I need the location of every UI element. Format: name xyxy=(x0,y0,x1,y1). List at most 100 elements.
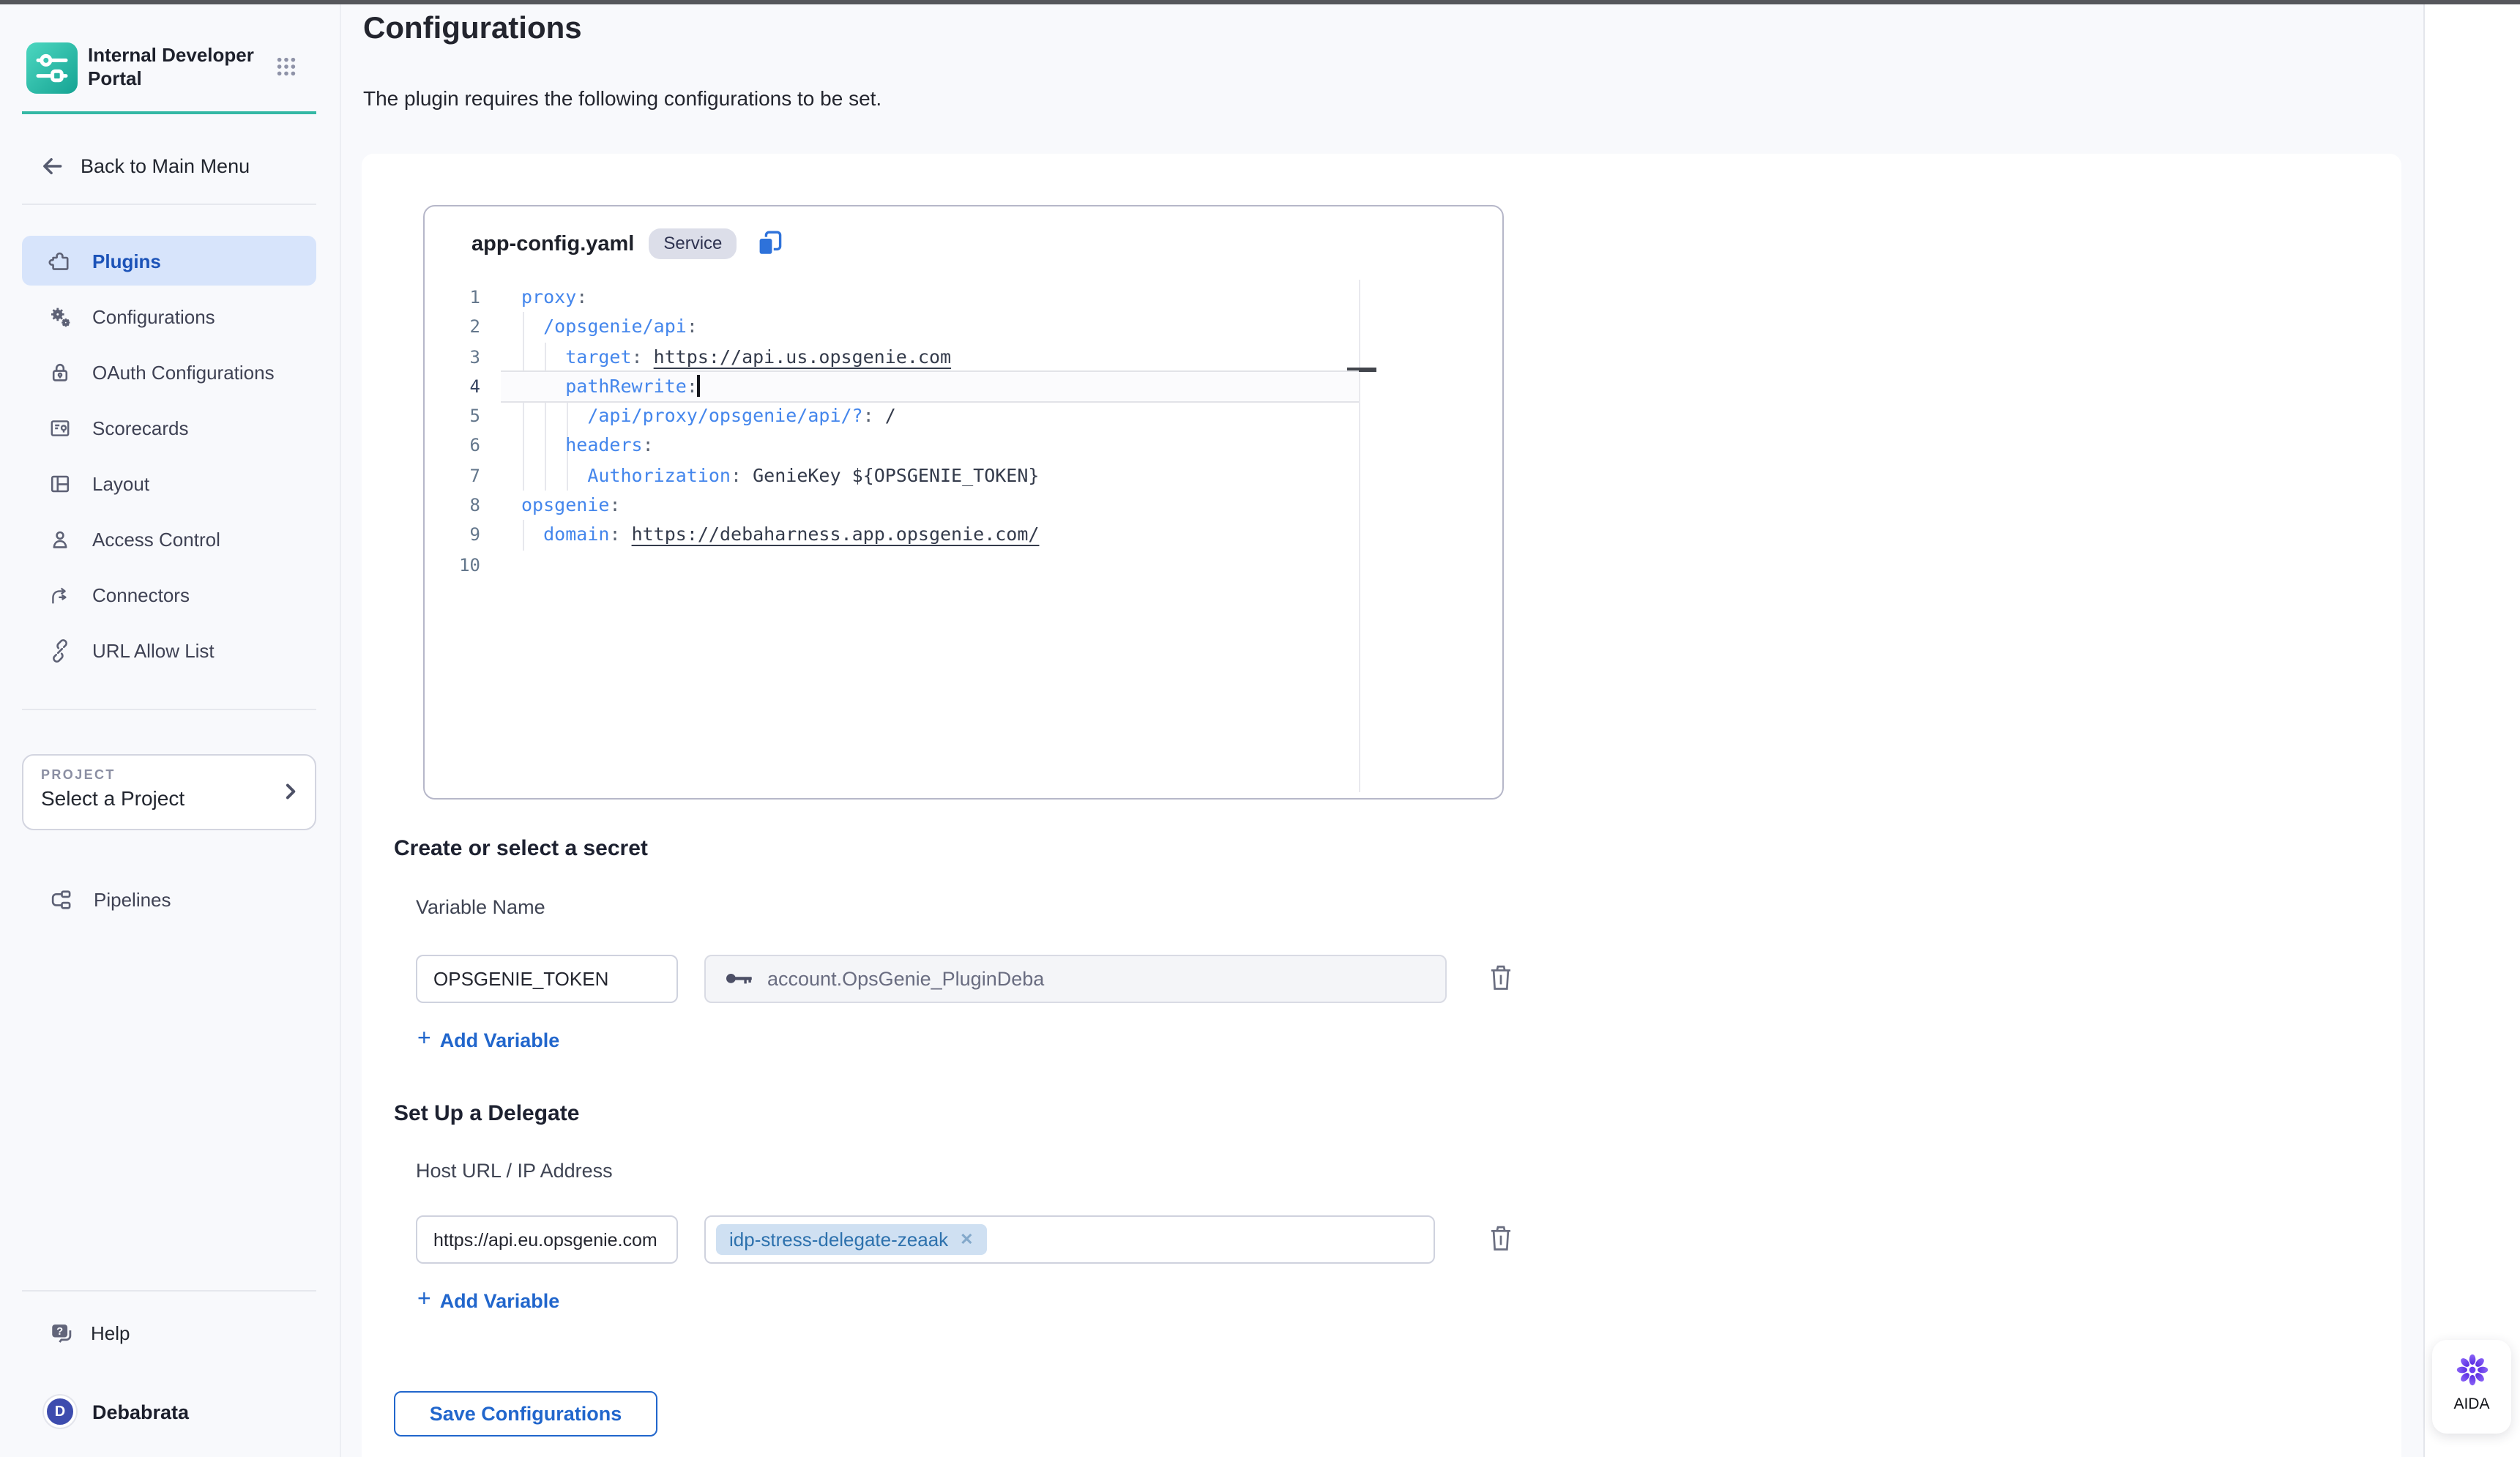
divider xyxy=(22,709,316,710)
help-button[interactable]: ? Help xyxy=(22,1313,316,1352)
text-cursor xyxy=(698,375,701,397)
line-number: 7 xyxy=(425,461,480,491)
add-variable-label: Add Variable xyxy=(440,1029,560,1051)
svg-text:?: ? xyxy=(56,1325,63,1337)
back-label: Back to Main Menu xyxy=(81,154,250,176)
variable-name-input[interactable] xyxy=(416,955,678,1003)
delegate-section-heading: Set Up a Delegate xyxy=(394,1101,579,1126)
secret-reference-select[interactable]: account.OpsGenie_PluginDeba xyxy=(704,955,1447,1003)
sidebar-item-plugins[interactable]: Plugins xyxy=(22,236,316,286)
save-configurations-button[interactable]: Save Configurations xyxy=(394,1391,657,1436)
gears-icon xyxy=(48,304,72,329)
back-to-main-menu[interactable]: Back to Main Menu xyxy=(22,146,316,185)
code-line-9[interactable]: 9 domain: https://debaharness.app.opsgen… xyxy=(425,521,1502,551)
sidebar-item-label: Plugins xyxy=(92,250,161,272)
code-line-2[interactable]: 2 /opsgenie/api: xyxy=(425,313,1502,343)
sidebar-item-configurations[interactable]: Configurations xyxy=(22,291,316,341)
pipelines-icon xyxy=(48,887,73,912)
pipelines-label: Pipelines xyxy=(94,888,171,910)
layout-icon xyxy=(48,471,72,496)
user-name: Debabrata xyxy=(92,1401,189,1423)
sidebar-item-pipelines[interactable]: Pipelines xyxy=(22,880,316,918)
code-line-8[interactable]: 8opsgenie: xyxy=(425,491,1502,521)
add-variable-button[interactable]: + Add Variable xyxy=(417,1289,559,1312)
sidebar-item-label: Layout xyxy=(92,472,149,494)
delegate-tags-input[interactable]: idp-stress-delegate-zeaak ✕ xyxy=(704,1215,1435,1264)
aida-label: AIDA xyxy=(2453,1395,2489,1413)
sidebar-item-layout[interactable]: Layout xyxy=(22,458,316,508)
line-number: 10 xyxy=(425,550,480,580)
sidebar-item-access-control[interactable]: Access Control xyxy=(22,514,316,564)
code-line-10[interactable]: 10 xyxy=(425,550,1502,580)
trash-icon[interactable] xyxy=(1488,1223,1514,1253)
line-number: 6 xyxy=(425,431,480,461)
key-icon xyxy=(725,971,754,987)
copy-icon[interactable] xyxy=(756,230,783,258)
line-number: 9 xyxy=(425,521,480,551)
editor-header: app-config.yaml Service xyxy=(471,228,783,259)
sidebar-item-label: Configurations xyxy=(92,305,215,327)
code-line-6[interactable]: 6 headers: xyxy=(425,431,1502,461)
sidebar-item-label: OAuth Configurations xyxy=(92,361,275,383)
brand-underline xyxy=(22,111,316,114)
sidebar-item-label: Access Control xyxy=(92,528,220,550)
line-number: 2 xyxy=(425,313,480,343)
add-variable-label: Add Variable xyxy=(440,1289,560,1311)
scorecard-icon xyxy=(48,415,72,440)
user-menu[interactable]: D Debabrata xyxy=(22,1390,316,1434)
line-number: 1 xyxy=(425,283,480,313)
grid-apps-icon[interactable] xyxy=(275,56,297,78)
code-line-4[interactable]: 4 pathRewrite: xyxy=(425,372,1502,402)
code-body: 1proxy:2 /opsgenie/api:3 target: https:/… xyxy=(425,283,1502,580)
code-line-1[interactable]: 1 proxy: xyxy=(425,283,1502,313)
puzzle-icon xyxy=(48,248,72,273)
line-number: 8 xyxy=(425,491,480,521)
code-line-3[interactable]: 3 target: https://api.us.opsgenie.com xyxy=(425,342,1502,372)
project-selector[interactable]: PROJECT Select a Project xyxy=(22,754,316,830)
add-variable-button[interactable]: + Add Variable xyxy=(417,1028,559,1051)
code-text: Authorization: GenieKey ${OPSGENIE_TOKEN… xyxy=(521,461,1039,491)
window-top-strip xyxy=(0,0,2520,4)
project-eyebrow: PROJECT xyxy=(41,767,297,782)
line-number: 3 xyxy=(425,342,480,372)
connectors-icon xyxy=(48,582,72,607)
code-text: pathRewrite: xyxy=(521,372,701,402)
sidebar-item-oauth-configurations[interactable]: OAuth Configurations xyxy=(22,347,316,397)
sidebar-item-scorecards[interactable]: Scorecards xyxy=(22,403,316,452)
brand-title: Internal Developer Portal xyxy=(88,44,254,91)
code-text: proxy: xyxy=(521,283,587,313)
idp-logo-icon xyxy=(26,42,78,94)
line-number: 5 xyxy=(425,401,480,431)
delegate-tag-label: idp-stress-delegate-zeaak xyxy=(729,1229,948,1251)
secret-reference-value: account.OpsGenie_PluginDeba xyxy=(767,968,1044,990)
trash-icon[interactable] xyxy=(1488,962,1514,993)
sidebar-nav: Plugins Configurations OAuth Configuration… xyxy=(22,236,316,681)
plus-icon: + xyxy=(417,1028,431,1051)
close-icon[interactable]: ✕ xyxy=(960,1230,973,1249)
sidebar: Internal Developer Portal Back to Main M… xyxy=(0,4,341,1457)
person-icon xyxy=(48,526,72,551)
aida-assistant-button[interactable]: AIDA xyxy=(2432,1340,2511,1434)
host-url-label: Host URL / IP Address xyxy=(416,1160,613,1182)
delegate-tag-chip[interactable]: idp-stress-delegate-zeaak ✕ xyxy=(716,1224,987,1255)
code-text: /api/proxy/opsgenie/api/?: / xyxy=(521,401,896,431)
editor-ruler xyxy=(1359,280,1360,792)
save-label: Save Configurations xyxy=(430,1403,622,1425)
code-line-7[interactable]: 7 Authorization: GenieKey ${OPSGENIE_TOK… xyxy=(425,461,1502,491)
sidebar-item-url-allow-list[interactable]: URL Allow List xyxy=(22,625,316,675)
code-text: /opsgenie/api: xyxy=(521,313,698,343)
page-title: Configurations xyxy=(363,12,582,47)
sidebar-item-label: Scorecards xyxy=(92,417,189,439)
host-url-input[interactable] xyxy=(416,1215,678,1264)
code-line-5[interactable]: 5 /api/proxy/opsgenie/api/?: / xyxy=(425,401,1502,431)
chevron-right-icon xyxy=(280,780,302,802)
aida-flower-icon xyxy=(2452,1350,2491,1390)
sidebar-item-label: URL Allow List xyxy=(92,639,215,661)
line-number: 4 xyxy=(425,372,480,402)
plus-icon: + xyxy=(417,1289,431,1312)
sidebar-item-connectors[interactable]: Connectors xyxy=(22,570,316,619)
yaml-editor: app-config.yaml Service 1proxy:2 /opsgen… xyxy=(423,205,1504,800)
code-text: target: https://api.us.opsgenie.com xyxy=(521,342,951,372)
secret-section-heading: Create or select a secret xyxy=(394,836,648,861)
divider xyxy=(22,1290,316,1292)
